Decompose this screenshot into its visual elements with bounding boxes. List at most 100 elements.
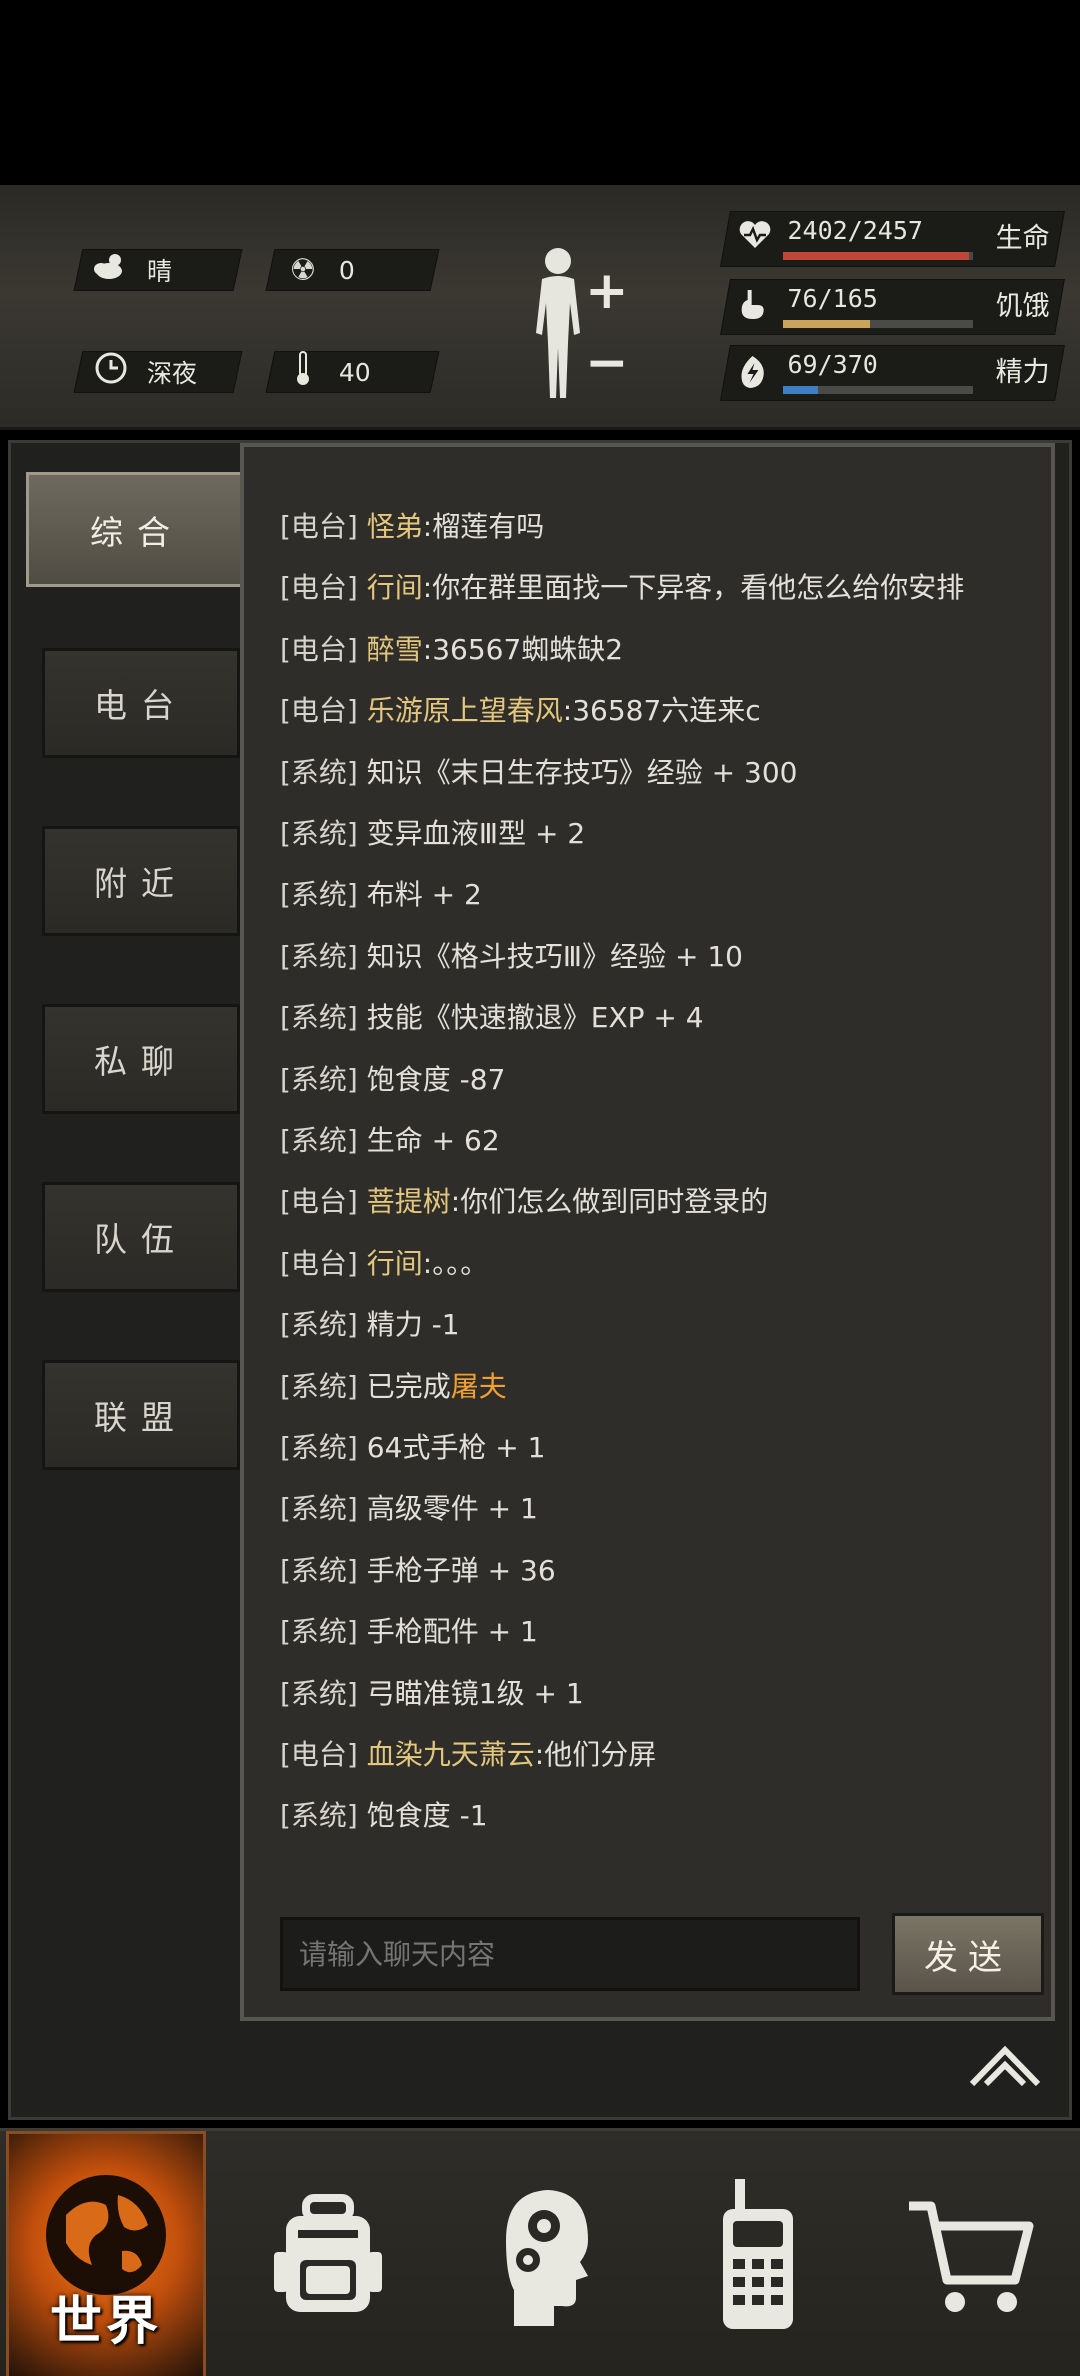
radiation-icon: ☢ xyxy=(289,252,317,288)
chat-message: [系统] 布料 + 2 xyxy=(280,875,482,915)
energy-bar xyxy=(783,386,974,394)
send-button[interactable]: 发送 xyxy=(892,1913,1044,1995)
message-text: :榴莲有吗 xyxy=(422,510,545,543)
nav-shop-button[interactable] xyxy=(865,2131,1080,2376)
tab-radio[interactable]: 电台 xyxy=(42,648,240,758)
nav-backpack-button[interactable] xyxy=(220,2131,435,2376)
message-channel: [系统] xyxy=(280,1431,358,1464)
message-text: :。。。 xyxy=(422,1246,489,1280)
tab-private[interactable]: 私聊 xyxy=(42,1004,240,1114)
chat-message: [系统] 已完成屠夫 xyxy=(280,1367,507,1407)
time-chip: 深夜 xyxy=(73,351,243,393)
chat-message: [系统] 知识《格斗技巧Ⅲ》经验 + 10 xyxy=(280,937,743,977)
message-text: 手枪子弹 + 36 xyxy=(366,1553,556,1587)
message-text: 知识《格斗技巧Ⅲ》经验 + 10 xyxy=(366,939,743,973)
health-bar xyxy=(783,252,974,260)
cloudy-sun-icon xyxy=(89,251,133,289)
message-text: :36567蜘蛛缺2 xyxy=(422,632,624,666)
chat-message: [系统] 知识《末日生存技巧》经验 + 300 xyxy=(280,753,797,793)
message-channel: [系统] xyxy=(280,1676,358,1710)
chat-message: [系统] 饱食度 -87 xyxy=(280,1060,505,1100)
message-sender[interactable]: 醉雪 xyxy=(367,633,423,666)
energy-label: 精力 xyxy=(995,357,1050,388)
tab-general[interactable]: 综合 xyxy=(26,472,248,587)
message-sender[interactable]: 菩提树 xyxy=(367,1185,451,1218)
status-bar: 晴 ☢ 0 深夜 40 + − 2402/2457 生命 76/165 饥饿 6… xyxy=(0,185,1080,430)
message-text: 技能《快速撤退》EXP + 4 xyxy=(366,1001,704,1035)
clock-icon xyxy=(89,351,133,393)
message-channel: [系统] xyxy=(280,1308,358,1342)
message-channel: [电台] xyxy=(280,1246,358,1280)
message-text: :他们分屏 xyxy=(534,1738,657,1771)
message-channel: [电台] xyxy=(280,510,358,543)
message-text: 弓瞄准镜1级 + 1 xyxy=(366,1676,584,1710)
chat-message: [系统] 高级零件 + 1 xyxy=(280,1489,538,1529)
message-text: 饱食度 -87 xyxy=(366,1062,506,1096)
chat-message: [电台] 行间:你在群里面找一下异客，看他怎么给你安排 xyxy=(280,568,964,608)
message-text: 高级零件 + 1 xyxy=(366,1492,538,1526)
message-sender[interactable]: 乐游原上望春风 xyxy=(367,694,563,727)
message-text: 变异血液Ⅲ型 + 2 xyxy=(366,817,586,850)
nav-world-label: 世界 xyxy=(49,2292,162,2352)
message-channel: [系统] xyxy=(280,1369,358,1403)
message-highlight: 屠夫 xyxy=(450,1369,507,1403)
heart-icon xyxy=(738,220,772,258)
tab-team[interactable]: 队伍 xyxy=(42,1182,240,1292)
message-sender[interactable]: 怪弟 xyxy=(367,510,423,543)
chat-message: [系统] 饱食度 -1 xyxy=(280,1796,488,1836)
message-channel: [系统] xyxy=(280,878,358,912)
energy-value: 69/370 xyxy=(787,350,878,379)
chat-log[interactable]: [电台] 怪弟:榴莲有吗 [电台] 行间:你在群里面找一下异客，看他怎么给你安排[… xyxy=(240,443,1055,2021)
message-channel: [系统] xyxy=(280,1615,358,1649)
head-gears-icon xyxy=(505,2190,588,2326)
minus-icon[interactable]: − xyxy=(585,333,629,393)
chat-message: [系统] 精力 -1 xyxy=(280,1305,460,1345)
walkie-talkie-icon xyxy=(722,2179,793,2329)
nav-world-button[interactable]: 世界 xyxy=(6,2131,206,2376)
chat-message: [电台] 怪弟:榴莲有吗 xyxy=(280,507,544,547)
message-channel: [系统] xyxy=(280,1553,358,1587)
temperature-chip: 40 xyxy=(265,350,440,394)
plus-icon[interactable]: + xyxy=(585,261,629,321)
hunger-label: 饥饿 xyxy=(995,291,1050,322)
chat-input[interactable] xyxy=(280,1917,860,1991)
message-text: 手枪配件 + 1 xyxy=(366,1615,538,1649)
thermometer-icon xyxy=(281,350,325,394)
message-text: 知识《末日生存技巧》经验 + 300 xyxy=(366,755,798,789)
energy-icon xyxy=(737,354,767,398)
message-channel: [电台] xyxy=(280,632,358,666)
collapse-chevron-icon[interactable] xyxy=(968,2040,1042,2090)
chat-message: [系统] 手枪配件 + 1 xyxy=(280,1612,538,1652)
stomach-icon xyxy=(738,288,768,330)
tab-nearby[interactable]: 附近 xyxy=(42,826,240,936)
message-channel: [系统] xyxy=(280,1062,358,1096)
chat-message: [系统] 技能《快速撤退》EXP + 4 xyxy=(280,998,704,1038)
hunger-stat: 76/165 饥饿 xyxy=(720,279,1065,335)
message-text: 饱食度 -1 xyxy=(366,1799,488,1833)
message-sender[interactable]: 血染九天萧云 xyxy=(367,1738,535,1771)
temperature-value: 40 xyxy=(339,357,371,387)
message-channel: [系统] xyxy=(280,1799,358,1833)
chat-message: [电台] 醉雪:36567蜘蛛缺2 xyxy=(280,630,623,670)
weather-label: 晴 xyxy=(147,257,173,286)
nav-radio-button[interactable] xyxy=(650,2131,865,2376)
message-channel: [电台] xyxy=(280,694,358,728)
time-of-day-label: 深夜 xyxy=(147,359,198,388)
chat-message: [系统] 手枪子弹 + 36 xyxy=(280,1551,556,1591)
message-sender[interactable]: 行间 xyxy=(367,571,423,604)
backpack-icon xyxy=(273,2194,382,2312)
chat-message: [电台] 菩提树:你们怎么做到同时登录的 xyxy=(280,1182,768,1222)
message-channel: [电台] xyxy=(280,571,358,605)
chat-message: [电台] 行间:。。。 xyxy=(280,1244,488,1284)
hunger-value: 76/165 xyxy=(787,284,878,313)
chat-message: [系统] 64式手枪 + 1 xyxy=(280,1428,545,1468)
message-sender[interactable]: 行间 xyxy=(367,1247,423,1280)
message-text: 64式手枪 + 1 xyxy=(366,1431,546,1464)
energy-stat: 69/370 精力 xyxy=(720,345,1065,401)
message-channel: [系统] xyxy=(280,1124,358,1157)
message-text: :你们怎么做到同时登录的 xyxy=(450,1185,769,1219)
health-value: 2402/2457 xyxy=(787,216,923,245)
nav-skills-button[interactable] xyxy=(435,2131,650,2376)
message-channel: [电台] xyxy=(280,1185,358,1219)
tab-alliance[interactable]: 联盟 xyxy=(42,1360,240,1470)
